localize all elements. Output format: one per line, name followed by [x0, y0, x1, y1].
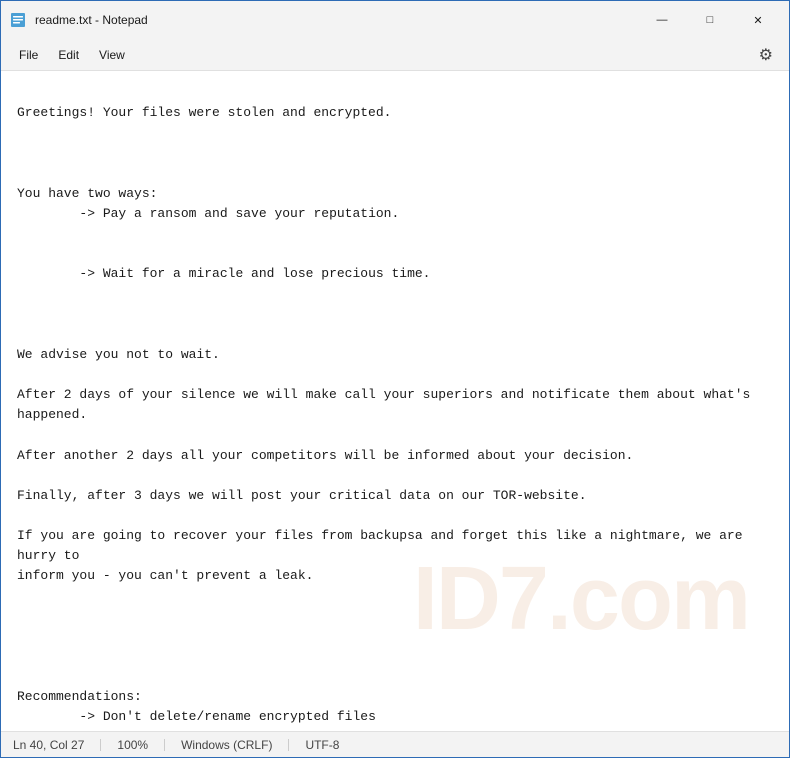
line-way-2: -> Wait for a miracle and lose precious …: [17, 266, 430, 281]
line-rec-1: -> Don't delete/rename encrypted files: [17, 709, 376, 724]
close-button[interactable]: ✕: [735, 4, 781, 36]
text-content[interactable]: Greetings! Your files were stolen and en…: [17, 83, 773, 731]
line-recommendations-header: Recommendations:: [17, 689, 142, 704]
file-menu[interactable]: File: [9, 44, 48, 66]
settings-icon[interactable]: ⚙: [751, 41, 781, 69]
cursor-position: Ln 40, Col 27: [13, 739, 101, 751]
line-way-1: -> Pay a ransom and save your reputation…: [17, 206, 399, 221]
app-icon: [9, 11, 27, 29]
status-bar: Ln 40, Col 27 100% Windows (CRLF) UTF-8: [1, 731, 789, 757]
line-2days-competitors: After another 2 days all your competitor…: [17, 448, 633, 463]
notepad-window: readme.txt - Notepad — □ ✕ File Edit Vie…: [0, 0, 790, 758]
line-backup-1: If you are going to recover your files f…: [17, 528, 750, 563]
line-backup-2: inform you - you can't prevent a leak.: [17, 568, 313, 583]
text-editor-area[interactable]: ID7.com Greetings! Your files were stole…: [1, 71, 789, 731]
line-greeting: Greetings! Your files were stolen and en…: [17, 105, 391, 120]
zoom-level: 100%: [117, 739, 165, 751]
view-menu[interactable]: View: [89, 44, 135, 66]
title-bar: readme.txt - Notepad — □ ✕: [1, 1, 789, 39]
window-controls: — □ ✕: [639, 4, 781, 36]
line-ways-header: You have two ways:: [17, 186, 157, 201]
line-3days-tor: Finally, after 3 days we will post your …: [17, 488, 587, 503]
edit-menu[interactable]: Edit: [48, 44, 89, 66]
minimize-button[interactable]: —: [639, 4, 685, 36]
line-ending: Windows (CRLF): [181, 739, 289, 751]
maximize-button[interactable]: □: [687, 4, 733, 36]
encoding: UTF-8: [305, 739, 355, 751]
line-2days-silence: After 2 days of your silence we will mak…: [17, 387, 758, 422]
line-advise: We advise you not to wait.: [17, 347, 220, 362]
menu-bar: File Edit View ⚙: [1, 39, 789, 71]
window-title: readme.txt - Notepad: [35, 13, 639, 27]
